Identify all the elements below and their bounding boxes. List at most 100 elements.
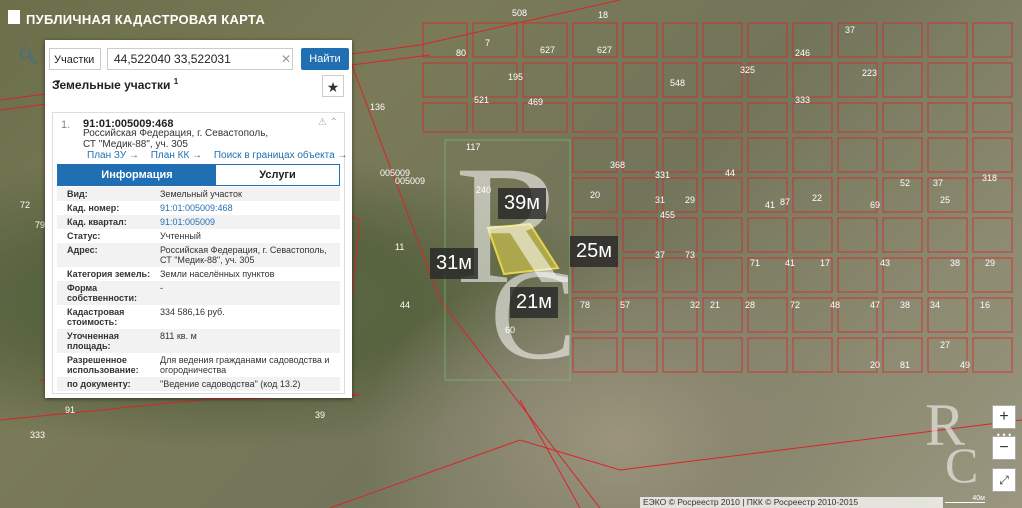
detail-row: Вид: Земельный участок	[57, 187, 340, 201]
parcel-outline	[792, 217, 833, 253]
detail-value: -	[160, 283, 163, 293]
parcel-outline	[622, 102, 658, 133]
search-bar: Участки ▼ ✕ Найти	[45, 44, 349, 87]
parcel-number-label: 49	[960, 360, 971, 370]
parcel-number-label: 34	[930, 300, 941, 310]
detail-key: Кад. номер:	[67, 203, 120, 213]
parcel-number-label: 80	[456, 48, 467, 58]
attribution: ЕЭКО © Росреестр 2010 | ПКК © Росреестр …	[640, 497, 943, 508]
tab-bar: Информация Услуги	[57, 164, 340, 186]
parcel-outline	[927, 102, 968, 133]
parcel-number-label: 318	[982, 173, 998, 183]
parcel-number-label: 47	[870, 300, 881, 310]
parcel-outline	[747, 217, 788, 253]
zoom-out-button[interactable]: −	[992, 436, 1016, 460]
parcel-outline	[972, 137, 1013, 173]
parcel-outline	[972, 297, 1013, 333]
search-input[interactable]	[107, 48, 293, 70]
parcel-number-label: 37	[933, 178, 944, 188]
parcel-number-label: 37	[655, 250, 666, 260]
detail-key: Статус:	[67, 231, 101, 241]
parcel-outline	[882, 217, 923, 253]
detail-value: Учтенный	[160, 231, 201, 241]
detail-key: Разрешенное использование:	[67, 355, 139, 375]
parcel-outline	[702, 137, 743, 173]
parcel-outline	[662, 137, 698, 173]
parcel-outline	[927, 257, 968, 293]
parcel-number-label: 52	[900, 178, 911, 188]
parcel-number-label: 627	[597, 45, 613, 55]
parcel-outline	[702, 22, 743, 58]
parcel-outline	[972, 102, 1013, 133]
result-count: 1	[173, 77, 179, 86]
parcel-outline	[972, 22, 1013, 58]
parcel-number-label: 005009	[395, 176, 426, 186]
parcel-outline	[572, 337, 618, 373]
parcel-outline	[882, 102, 923, 133]
parcel-outline	[972, 62, 1013, 98]
detail-key: Кадастровая стоимость:	[67, 307, 125, 327]
parcel-number-label: 627	[540, 45, 556, 55]
detail-value: Российская Федерация, г. Севастополь, СТ…	[160, 245, 327, 265]
search-type-select[interactable]: Участки ▼	[49, 48, 101, 87]
parcel-number-label: 548	[670, 78, 686, 88]
parcel-number-label: 325	[740, 65, 756, 75]
detail-row: Уточненная площадь: 811 кв. м	[57, 329, 340, 353]
parcel-outline	[662, 337, 698, 373]
parcel-number-label: 368	[610, 160, 626, 170]
parcel-outline	[662, 217, 698, 253]
parcel-outline	[792, 337, 833, 373]
result-address: Российская Федерация, г. Севастополь, СТ…	[83, 128, 269, 150]
details-table: Вид: Земельный участок Кад. номер: 91:01:0…	[57, 187, 340, 391]
detail-key: Уточненная площадь:	[67, 331, 119, 351]
parcel-outline	[622, 177, 658, 213]
parcel-number-label: 79	[35, 220, 46, 230]
parcel-outline	[837, 137, 878, 173]
plan-kk-link[interactable]: План КК →	[151, 150, 202, 161]
zoom-in-button[interactable]: +	[992, 405, 1016, 429]
tab-services[interactable]: Услуги	[216, 165, 339, 185]
find-button[interactable]: Найти	[301, 48, 349, 70]
parcel-number-label: 21	[710, 300, 721, 310]
parcel-number-label: 25	[940, 195, 951, 205]
star-icon[interactable]: ★	[322, 75, 344, 97]
detail-value: Земельный участок	[160, 189, 242, 199]
parcel-number-label: 521	[474, 95, 490, 105]
parcel-number-label: 331	[655, 170, 671, 180]
result-links: План ЗУ → План КК → Поиск в границах объ…	[87, 150, 356, 161]
parcel-outline	[927, 137, 968, 173]
parcel-outline	[837, 257, 878, 293]
section-title-text: Земельные участки	[52, 78, 171, 92]
parcel-outline	[972, 217, 1013, 253]
dimension-label-top: 39м	[498, 188, 546, 219]
tab-information[interactable]: Информация	[58, 165, 216, 185]
logo-icon[interactable]	[8, 10, 20, 24]
parcel-number-label: 333	[795, 95, 811, 105]
parcel-number-label: 31	[655, 195, 666, 205]
parcel-number-label: 39	[315, 410, 326, 420]
detail-value[interactable]: 91:01:005009	[160, 217, 330, 227]
parcel-outline	[747, 137, 788, 173]
parcel-outline	[702, 217, 743, 253]
fullscreen-button[interactable]: ⤢	[992, 468, 1016, 492]
warning-icon[interactable]: ⚠	[318, 117, 327, 128]
search-in-bounds-link[interactable]: Поиск в границах объекта →	[214, 150, 348, 161]
search-icon[interactable]: 🔍︎	[18, 46, 42, 70]
parcel-number-label: 195	[508, 72, 524, 82]
detail-row: по документу: "Ведение садоводства" (код …	[57, 377, 340, 391]
parcel-outline	[662, 257, 698, 293]
detail-row: Кадастровая стоимость: 334 586,16 руб.	[57, 305, 340, 329]
parcel-outline	[422, 102, 468, 133]
close-icon[interactable]: ✕	[281, 48, 291, 70]
detail-value[interactable]: 91:01:005009:468	[160, 203, 330, 213]
parcel-number-label: 29	[985, 258, 996, 268]
card-tools: ⚠ ⌃	[318, 117, 338, 128]
parcel-outline	[702, 62, 743, 98]
parcel-number-label: 18	[598, 10, 609, 20]
dimension-label-right: 25м	[570, 236, 618, 267]
plan-zu-link[interactable]: План ЗУ →	[87, 150, 139, 161]
parcel-number-label: 7	[485, 38, 491, 48]
chevron-up-icon[interactable]: ⌃	[330, 117, 338, 128]
parcel-outline	[837, 22, 878, 58]
detail-key: по документу:	[67, 379, 131, 389]
